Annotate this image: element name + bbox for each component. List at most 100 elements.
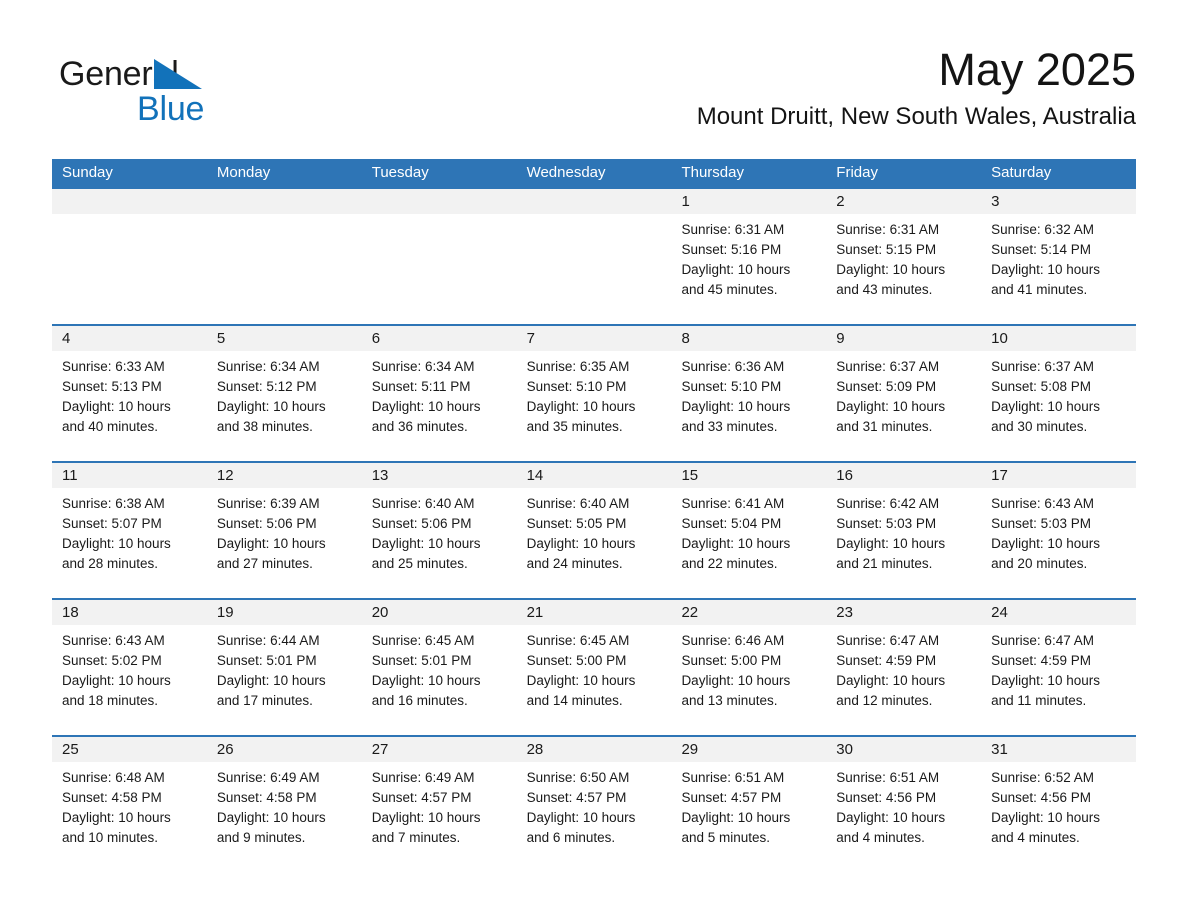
day-number[interactable]: 31 [981, 737, 1136, 762]
day-number[interactable]: 24 [981, 600, 1136, 625]
day-number[interactable]: 22 [671, 600, 826, 625]
day-cell: Sunrise: 6:37 AM Sunset: 5:09 PM Dayligh… [826, 351, 981, 461]
day-number[interactable]: 4 [52, 326, 207, 351]
day-number[interactable]: 5 [207, 326, 362, 351]
day-number[interactable]: 23 [826, 600, 981, 625]
sunrise-text: Sunrise: 6:42 AM [836, 496, 940, 511]
day-cell: Sunrise: 6:36 AM Sunset: 5:10 PM Dayligh… [671, 351, 826, 461]
day-number[interactable]: 20 [362, 600, 517, 625]
daylight-text-line1: Daylight: 10 hours [681, 810, 791, 825]
daylight-text-line2: and 21 minutes. [836, 556, 933, 571]
day-number[interactable] [52, 189, 207, 214]
day-detail-strip: Sunrise: 6:33 AM Sunset: 5:13 PM Dayligh… [52, 351, 1136, 461]
day-number[interactable]: 3 [981, 189, 1136, 214]
day-number[interactable]: 13 [362, 463, 517, 488]
sunset-text: Sunset: 4:59 PM [991, 653, 1091, 668]
day-cell: Sunrise: 6:52 AM Sunset: 4:56 PM Dayligh… [981, 762, 1136, 872]
daylight-text-line1: Daylight: 10 hours [526, 673, 636, 688]
sunrise-text: Sunrise: 6:36 AM [681, 359, 785, 374]
daylight-text-line2: and 18 minutes. [62, 693, 159, 708]
daylight-text-line2: and 41 minutes. [991, 282, 1088, 297]
sunrise-text: Sunrise: 6:48 AM [62, 770, 165, 785]
day-cell: Sunrise: 6:34 AM Sunset: 5:12 PM Dayligh… [207, 351, 362, 461]
day-number[interactable]: 28 [517, 737, 672, 762]
sunrise-text: Sunrise: 6:51 AM [681, 770, 785, 785]
day-cell: Sunrise: 6:49 AM Sunset: 4:57 PM Dayligh… [362, 762, 517, 872]
daylight-text-line1: Daylight: 10 hours [216, 536, 326, 551]
title-block: May 2025 Mount Druitt, New South Wales, … [697, 42, 1136, 132]
day-cell [517, 214, 672, 324]
daylight-text-line2: and 38 minutes. [216, 419, 313, 434]
sunrise-text: Sunrise: 6:40 AM [371, 496, 475, 511]
sunset-text: Sunset: 4:59 PM [836, 653, 937, 668]
day-number[interactable]: 26 [207, 737, 362, 762]
sunset-text: Sunset: 5:09 PM [836, 379, 937, 394]
day-cell: Sunrise: 6:49 AM Sunset: 4:58 PM Dayligh… [207, 762, 362, 872]
day-cell: Sunrise: 6:43 AM Sunset: 5:02 PM Dayligh… [52, 625, 207, 735]
day-number[interactable]: 16 [826, 463, 981, 488]
day-cell: Sunrise: 6:37 AM Sunset: 5:08 PM Dayligh… [981, 351, 1136, 461]
day-detail-strip: Sunrise: 6:38 AM Sunset: 5:07 PM Dayligh… [52, 488, 1136, 598]
sunrise-text: Sunrise: 6:51 AM [836, 770, 940, 785]
day-number[interactable]: 6 [362, 326, 517, 351]
daylight-text-line2: and 13 minutes. [681, 693, 778, 708]
day-number[interactable]: 21 [517, 600, 672, 625]
day-cell: Sunrise: 6:38 AM Sunset: 5:07 PM Dayligh… [52, 488, 207, 598]
day-number[interactable]: 15 [671, 463, 826, 488]
day-cell: Sunrise: 6:51 AM Sunset: 4:57 PM Dayligh… [671, 762, 826, 872]
day-number[interactable]: 25 [52, 737, 207, 762]
daylight-text-line2: and 5 minutes. [681, 830, 770, 845]
sunset-text: Sunset: 5:00 PM [526, 653, 627, 668]
day-number-strip: 11 12 13 14 15 16 17 [52, 463, 1136, 488]
day-number-strip: 18 19 20 21 22 23 24 [52, 600, 1136, 625]
sunset-text: Sunset: 5:14 PM [991, 242, 1091, 257]
sunset-text: Sunset: 5:06 PM [216, 516, 317, 531]
sunset-text: Sunset: 5:00 PM [681, 653, 782, 668]
day-number[interactable]: 8 [671, 326, 826, 351]
sunset-text: Sunset: 5:06 PM [371, 516, 472, 531]
day-detail-strip: Sunrise: 6:43 AM Sunset: 5:02 PM Dayligh… [52, 625, 1136, 735]
day-number[interactable]: 30 [826, 737, 981, 762]
sunrise-text: Sunrise: 6:39 AM [216, 496, 320, 511]
day-number[interactable]: 17 [981, 463, 1136, 488]
daylight-text-line1: Daylight: 10 hours [371, 399, 481, 414]
day-number[interactable]: 12 [207, 463, 362, 488]
daylight-text-line1: Daylight: 10 hours [216, 810, 326, 825]
day-number[interactable]: 29 [671, 737, 826, 762]
weekday-header-wednesday: Wednesday [526, 164, 606, 181]
day-number[interactable] [207, 189, 362, 214]
day-number[interactable]: 11 [52, 463, 207, 488]
day-number[interactable]: 1 [671, 189, 826, 214]
day-number[interactable]: 9 [826, 326, 981, 351]
weekday-header-tuesday: Tuesday [371, 164, 429, 181]
daylight-text-line1: Daylight: 10 hours [681, 399, 791, 414]
day-number[interactable]: 14 [517, 463, 672, 488]
sunset-text: Sunset: 5:03 PM [836, 516, 937, 531]
day-number[interactable]: 18 [52, 600, 207, 625]
daylight-text-line2: and 24 minutes. [526, 556, 623, 571]
sunrise-text: Sunrise: 6:43 AM [991, 496, 1094, 511]
daylight-text-line1: Daylight: 10 hours [836, 536, 946, 551]
sunset-text: Sunset: 5:03 PM [991, 516, 1091, 531]
daylight-text-line1: Daylight: 10 hours [991, 673, 1100, 688]
sunrise-text: Sunrise: 6:46 AM [681, 633, 785, 648]
day-number[interactable] [517, 189, 672, 214]
sunrise-text: Sunrise: 6:37 AM [991, 359, 1094, 374]
day-cell: Sunrise: 6:40 AM Sunset: 5:06 PM Dayligh… [362, 488, 517, 598]
day-cell: Sunrise: 6:44 AM Sunset: 5:01 PM Dayligh… [207, 625, 362, 735]
page-title: May 2025 [938, 44, 1136, 95]
logo-triangle-icon [154, 59, 202, 89]
day-number[interactable] [362, 189, 517, 214]
day-number[interactable]: 2 [826, 189, 981, 214]
day-number[interactable]: 27 [362, 737, 517, 762]
day-number[interactable]: 19 [207, 600, 362, 625]
daylight-text-line2: and 36 minutes. [371, 419, 468, 434]
sunrise-text: Sunrise: 6:45 AM [371, 633, 475, 648]
day-number[interactable]: 10 [981, 326, 1136, 351]
weekday-header-saturday: Saturday [991, 164, 1052, 181]
daylight-text-line2: and 20 minutes. [991, 556, 1088, 571]
daylight-text-line2: and 16 minutes. [371, 693, 468, 708]
day-number[interactable]: 7 [517, 326, 672, 351]
logo-text-blue: Blue [137, 90, 205, 128]
daylight-text-line2: and 6 minutes. [526, 830, 616, 845]
